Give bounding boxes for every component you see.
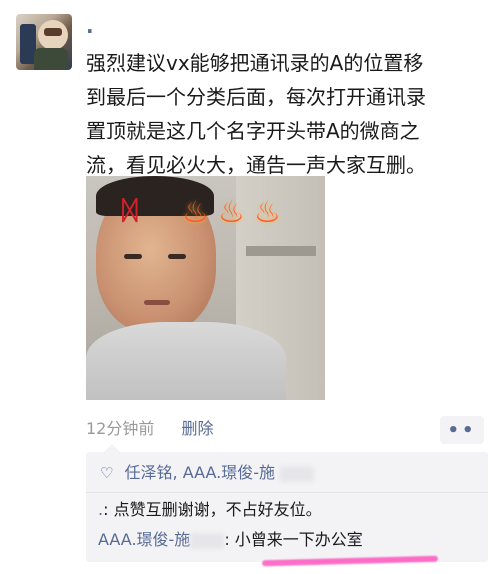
more-dots-icon: •• [447,419,477,441]
delete-link[interactable]: 删除 [181,419,213,438]
fire-icon: ♨ [182,195,209,230]
post-timestamp: 12分钟前 [86,419,155,438]
blurred-name [280,465,315,482]
fire-icon: ♨ [254,195,281,230]
comment-separator: : [224,530,235,549]
fire-icon: ♨ [218,195,245,230]
comment-item[interactable]: .: 点赞互删谢谢，不占好友位。 [98,498,322,522]
heart-outline-icon: ♡ [100,464,114,482]
comment-item[interactable]: AAA.璟俊-施: 小曾来一下办公室 [98,528,363,552]
anger-symbol-icon: ᛞ [122,196,138,226]
user-avatar[interactable] [16,14,72,70]
likes-row: ♡ 任泽铭, AAA.璟俊-施 [100,462,315,484]
interactions-panel: ♡ 任泽铭, AAA.璟俊-施 .: 点赞互删谢谢，不占好友位。 AAA.璟俊-… [86,444,488,562]
post-author-name[interactable]: . [86,14,94,38]
comment-separator: : [103,500,114,519]
post-text: 强烈建议vx能够把通讯录的A的位置移 到最后一个分类后面，每次打开通讯录 置顶就… [86,51,426,177]
post-meta: 12分钟前 删除 [86,419,213,439]
divider [86,492,488,493]
blurred-name [190,532,225,549]
post-image[interactable]: ᛞ ♨ ♨ ♨ [86,176,325,400]
comment-text: 小曾来一下办公室 [234,530,363,549]
more-actions-button[interactable]: •• [440,416,484,444]
comment-author[interactable]: AAA.璟俊-施 [98,530,190,549]
likes-names[interactable]: 任泽铭, AAA.璟俊-施 [125,463,275,482]
comment-text: 点赞互删谢谢，不占好友位。 [113,500,322,519]
